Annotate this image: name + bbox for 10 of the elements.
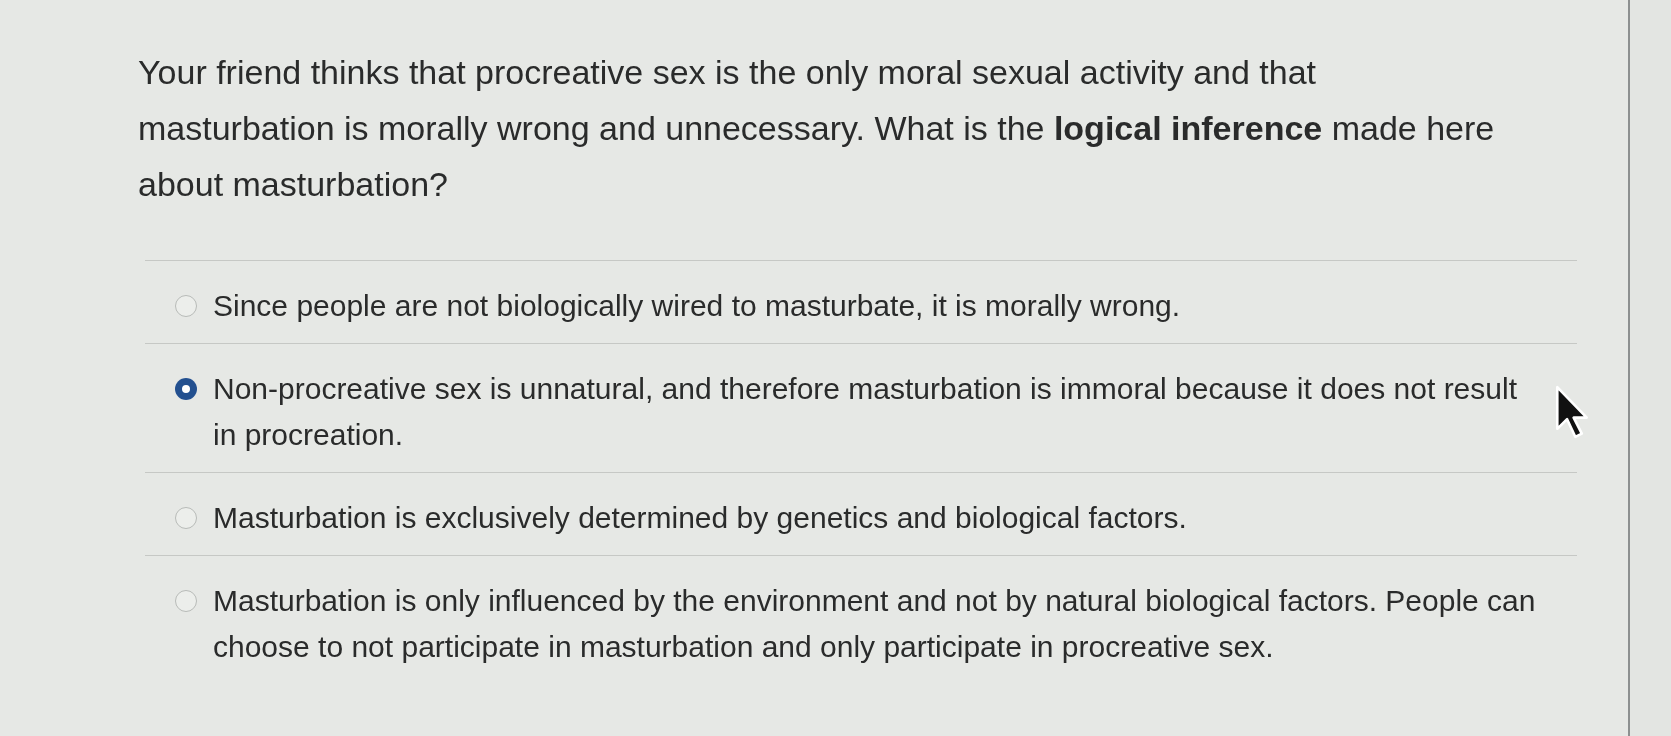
option-text: Masturbation is exclusively determined by genetics and biological factors. xyxy=(213,500,1188,536)
radio-button[interactable] xyxy=(175,295,197,317)
mouse-pointer-icon xyxy=(1554,384,1590,440)
radio-button[interactable] xyxy=(175,590,197,612)
option-text: Since people are not biologically wired to masturbate, it is morally wrong. xyxy=(213,288,1182,324)
question-text: Your friend thinks that procreative sex is the only moral sexual activity and that masturbation is morally wrong and unnecessary. What is the logical inference made here about masturbation? xyxy=(138,52,1496,205)
radio-button[interactable] xyxy=(175,507,197,529)
option-text: Non-procreative sex is unnatural, and therefore masturbation is immoral because it does not result in procreation. xyxy=(213,371,1518,453)
radio-button[interactable] xyxy=(175,378,197,400)
option-text: Masturbation is only influenced by the environment and not by natural biological factors. People can choose to not participate in masturbation and only participate in procreative sex. xyxy=(213,583,1537,665)
